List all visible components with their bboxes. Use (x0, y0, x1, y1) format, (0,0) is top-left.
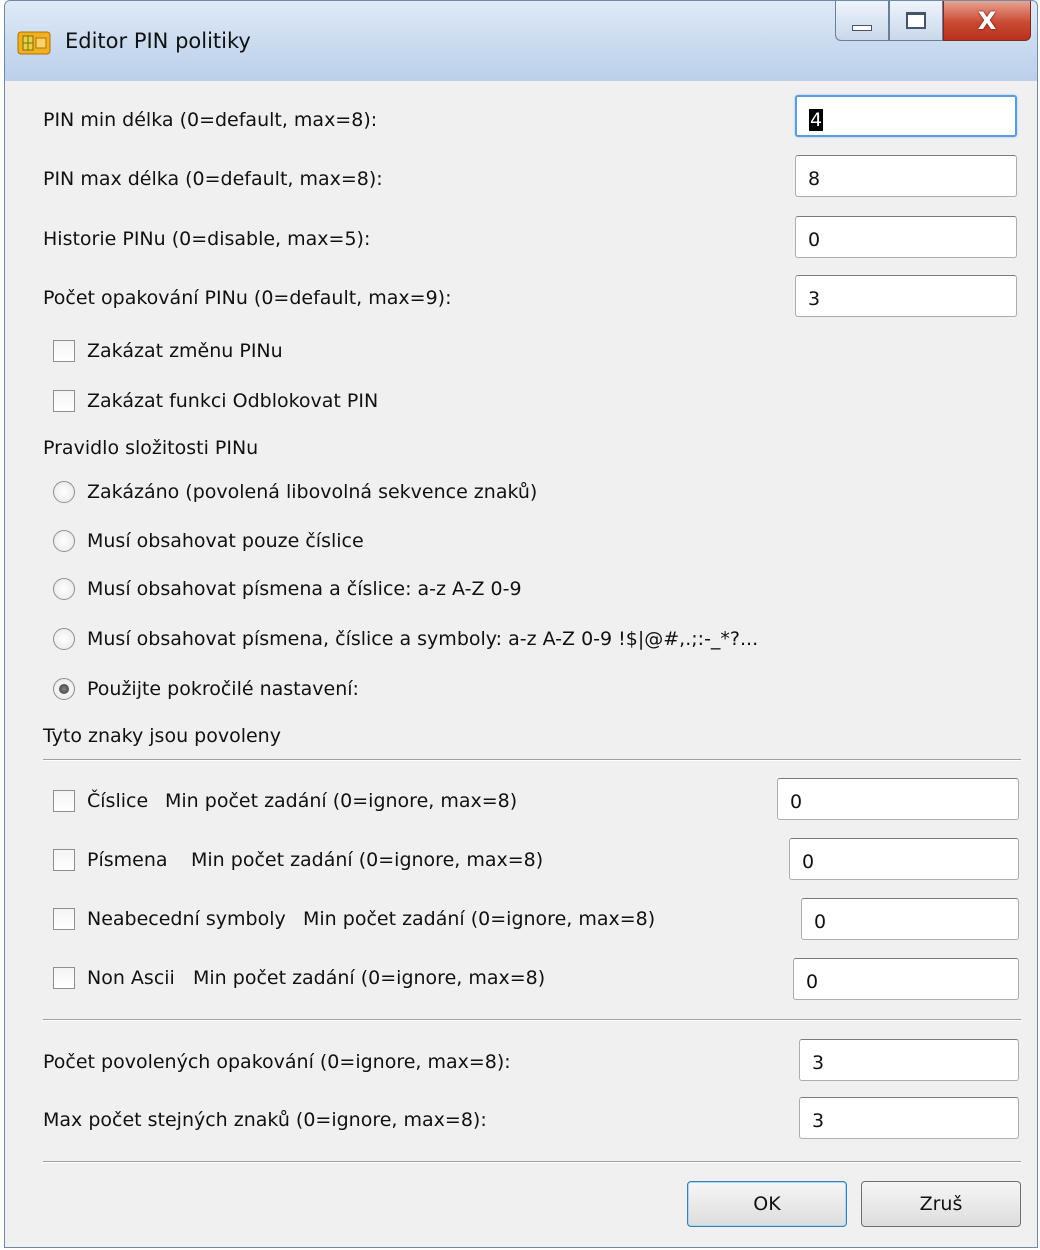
non-ascii-checkbox[interactable] (53, 967, 75, 989)
pin-min-length-value: 4 (809, 109, 824, 131)
digits-checkbox[interactable] (53, 790, 75, 812)
pin-retry-count-label: Počet opakování PINu (0=default, max=9): (43, 287, 452, 309)
disable-unblock-pin-checkbox[interactable] (53, 390, 75, 412)
maximize-icon (906, 12, 926, 29)
smartcard-chip-icon (17, 31, 51, 55)
separator-middle (43, 1019, 1021, 1021)
pin-min-length-label: PIN min délka (0=default, max=8): (43, 109, 378, 131)
title-bar[interactable]: Editor PIN politiky X (5, 1, 1037, 81)
pin-max-length-input[interactable]: 8 (795, 155, 1017, 197)
close-button[interactable]: X (943, 1, 1031, 41)
complexity-heading: Pravidlo složitosti PINu (43, 437, 259, 459)
digits-min-input[interactable]: 0 (777, 778, 1019, 820)
maximize-button[interactable] (889, 1, 943, 41)
dialog-content: PIN min délka (0=default, max=8): 4 PIN … (15, 81, 1027, 1239)
allowed-repeats-label: Počet povolených opakování (0=ignore, ma… (43, 1051, 511, 1073)
symbols-min-input[interactable]: 0 (801, 898, 1019, 940)
complexity-letters-digits-symbols-label: Musí obsahovat písmena, číslice a symbol… (87, 628, 759, 650)
pin-min-length-input[interactable]: 4 (795, 95, 1017, 137)
disable-pin-change-checkbox[interactable] (53, 340, 75, 362)
complexity-letters-digits-symbols-radio[interactable] (53, 628, 75, 650)
close-icon: X (977, 6, 997, 35)
allowed-repeats-input[interactable]: 3 (799, 1039, 1019, 1081)
complexity-advanced-label: Použijte pokročilé nastavení: (87, 678, 359, 700)
symbols-label: Neabecední symboly (87, 908, 286, 930)
pin-history-input[interactable]: 0 (795, 216, 1017, 258)
complexity-digits-only-radio[interactable] (53, 530, 75, 552)
letters-min-label: Min počet zadání (0=ignore, max=8) (191, 849, 544, 871)
non-ascii-min-label: Min počet zadání (0=ignore, max=8) (193, 967, 546, 989)
window-title: Editor PIN politiky (65, 29, 251, 53)
disable-unblock-pin-label: Zakázat funkci Odblokovat PIN (87, 390, 379, 412)
minimize-button[interactable] (835, 1, 889, 41)
dialog-window: Editor PIN politiky X PIN min délka (0=d… (4, 0, 1038, 1248)
complexity-advanced-radio[interactable] (53, 678, 75, 700)
pin-retry-count-input[interactable]: 3 (795, 275, 1017, 317)
max-same-chars-label: Max počet stejných znaků (0=ignore, max=… (43, 1109, 487, 1131)
ok-button[interactable]: OK (687, 1181, 847, 1227)
digits-min-label: Min počet zadání (0=ignore, max=8) (165, 790, 518, 812)
letters-checkbox[interactable] (53, 849, 75, 871)
letters-label: Písmena (87, 849, 168, 871)
complexity-letters-digits-label: Musí obsahovat písmena a číslice: a-z A-… (87, 578, 522, 600)
pin-max-length-label: PIN max délka (0=default, max=8): (43, 168, 383, 190)
complexity-letters-digits-radio[interactable] (53, 578, 75, 600)
non-ascii-min-input[interactable]: 0 (793, 958, 1019, 1000)
allowed-chars-heading: Tyto znaky jsou povoleny (43, 725, 281, 747)
separator-top (43, 759, 1021, 761)
minimize-icon (852, 24, 872, 31)
complexity-disabled-label: Zakázáno (povolená libovolná sekvence zn… (87, 481, 538, 503)
disable-pin-change-label: Zakázat změnu PINu (87, 340, 283, 362)
separator-bottom (43, 1161, 1021, 1163)
complexity-digits-only-label: Musí obsahovat pouze číslice (87, 530, 364, 552)
symbols-checkbox[interactable] (53, 908, 75, 930)
cancel-button[interactable]: Zruš (861, 1181, 1021, 1227)
digits-label: Číslice (87, 790, 149, 812)
symbols-min-label: Min počet zadání (0=ignore, max=8) (303, 908, 656, 930)
max-same-chars-input[interactable]: 3 (799, 1097, 1019, 1139)
complexity-disabled-radio[interactable] (53, 481, 75, 503)
letters-min-input[interactable]: 0 (789, 838, 1019, 880)
pin-history-label: Historie PINu (0=disable, max=5): (43, 228, 371, 250)
non-ascii-label: Non Ascii (87, 967, 175, 989)
